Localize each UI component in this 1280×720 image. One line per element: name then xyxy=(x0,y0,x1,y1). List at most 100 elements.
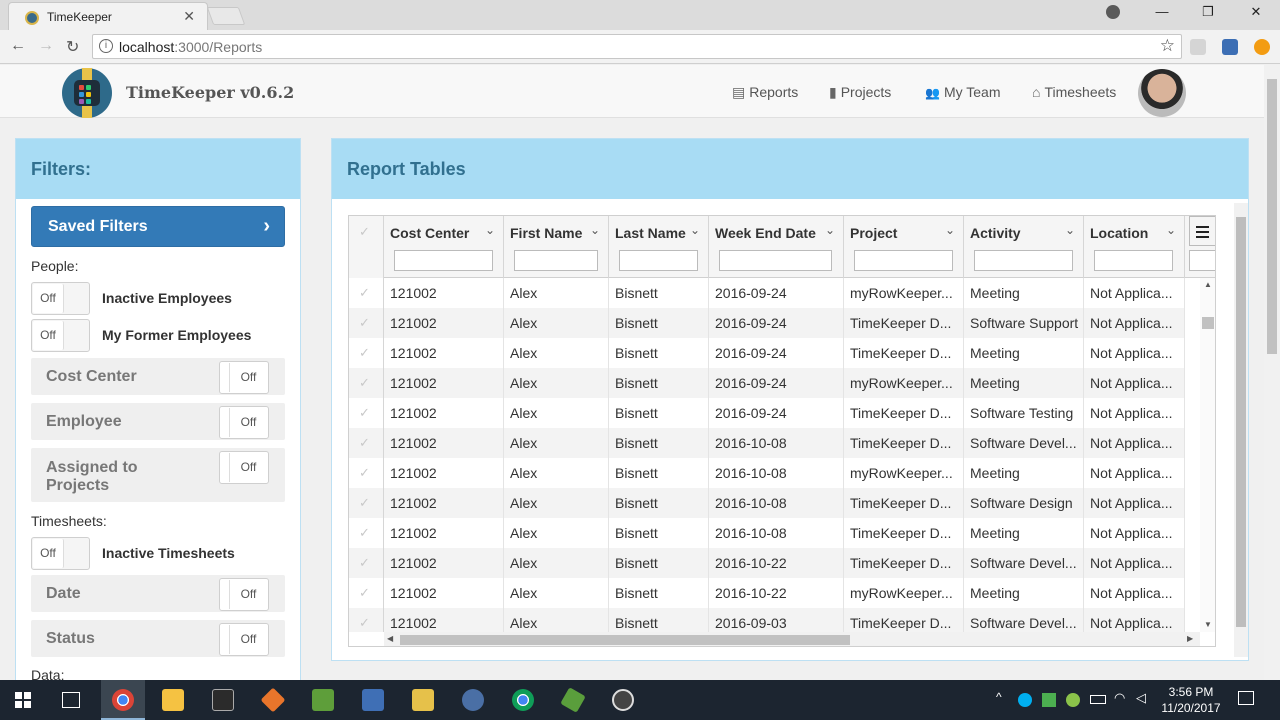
row-checkbox[interactable]: ✓ xyxy=(349,578,384,608)
extension-bookmark-icon[interactable] xyxy=(1222,39,1238,55)
user-avatar[interactable] xyxy=(1138,69,1186,117)
timekeeper-logo[interactable] xyxy=(62,68,112,118)
table-row[interactable]: ✓ 121002 Alex Bisnett 2016-10-08 TimeKeeper D… xyxy=(349,488,1185,518)
info-icon[interactable]: i xyxy=(99,39,113,53)
scroll-up-icon[interactable]: ▲ xyxy=(1204,280,1212,289)
tray-chevron-icon[interactable]: ^ xyxy=(996,690,1002,704)
scroll-right-icon[interactable]: ▶ xyxy=(1187,634,1193,643)
column-filter-input[interactable] xyxy=(1189,250,1215,271)
table-row[interactable]: ✓ 121002 Alex Bisnett 2016-10-22 TimeKeeper D… xyxy=(349,548,1185,578)
chrome-second-icon[interactable] xyxy=(512,689,534,711)
column-header-first-name[interactable]: First Name ⌄ xyxy=(504,216,609,278)
column-filter-input[interactable] xyxy=(719,250,832,271)
column-header-cost-center[interactable]: Cost Center ⌄ xyxy=(384,216,504,278)
tray-clock[interactable]: 3:56 PM 11/20/2017 xyxy=(1160,684,1222,716)
table-row[interactable]: ✓ 121002 Alex Bisnett 2016-10-08 TimeKeeper D… xyxy=(349,518,1185,548)
back-icon[interactable]: ← xyxy=(10,37,26,55)
chevron-down-icon[interactable]: ⌄ xyxy=(945,223,955,237)
report-vertical-scrollbar[interactable] xyxy=(1234,203,1248,657)
row-checkbox[interactable]: ✓ xyxy=(349,548,384,578)
chevron-down-icon[interactable]: ⌄ xyxy=(590,223,600,237)
file-explorer-icon[interactable] xyxy=(162,689,184,711)
inactive-timesheets-toggle[interactable]: Off xyxy=(31,537,90,570)
row-checkbox[interactable]: ✓ xyxy=(349,458,384,488)
page-vertical-scrollbar[interactable] xyxy=(1264,65,1280,680)
saved-filters-button[interactable]: Saved Filters › xyxy=(31,206,285,247)
notifications-icon[interactable] xyxy=(1238,691,1254,705)
grid-vertical-scrollbar[interactable]: ▲ ▼ xyxy=(1200,278,1215,632)
column-header-project[interactable]: Project ⌄ xyxy=(844,216,964,278)
column-header-activity[interactable]: Activity ⌄ xyxy=(964,216,1084,278)
minimize-button[interactable]: — xyxy=(1150,4,1174,19)
select-all-checkbox[interactable]: ✓ xyxy=(349,216,384,278)
table-row[interactable]: ✓ 121002 Alex Bisnett 2016-09-24 TimeKeeper D… xyxy=(349,308,1185,338)
task-view-icon[interactable] xyxy=(62,692,80,708)
former-employees-toggle[interactable]: Off xyxy=(31,319,90,352)
restore-button[interactable]: ❐ xyxy=(1196,4,1220,20)
row-checkbox[interactable]: ✓ xyxy=(349,488,384,518)
employee-filter[interactable]: Employee Off xyxy=(31,403,285,440)
skype-icon[interactable] xyxy=(1018,693,1032,707)
row-checkbox[interactable]: ✓ xyxy=(349,308,384,338)
row-checkbox[interactable]: ✓ xyxy=(349,368,384,398)
terminal-icon[interactable] xyxy=(212,689,234,711)
table-row[interactable]: ✓ 121002 Alex Bisnett 2016-09-24 TimeKeeper D… xyxy=(349,398,1185,428)
forward-icon[interactable]: → xyxy=(38,37,54,55)
inactive-employees-toggle[interactable]: Off xyxy=(31,282,90,315)
table-row[interactable]: ✓ 121002 Alex Bisnett 2016-10-22 myRowKeeper.… xyxy=(349,578,1185,608)
row-checkbox[interactable]: ✓ xyxy=(349,398,384,428)
scroll-thumb[interactable] xyxy=(1202,317,1214,329)
cost-center-toggle[interactable]: Off xyxy=(219,361,269,394)
report-scroll-thumb[interactable] xyxy=(1236,217,1246,627)
page-scroll-thumb[interactable] xyxy=(1267,79,1277,354)
assigned-projects-filter[interactable]: Assigned to Projects Off xyxy=(31,448,285,502)
browser-tab[interactable]: TimeKeeper ✕ xyxy=(8,2,208,30)
column-filter-input[interactable] xyxy=(514,250,598,271)
grid-horizontal-scrollbar[interactable]: ◀ ▶ xyxy=(384,632,1200,646)
column-filter-input[interactable] xyxy=(394,250,493,271)
postgres-icon[interactable] xyxy=(462,689,484,711)
employee-toggle[interactable]: Off xyxy=(219,406,269,439)
nav-reports[interactable]: ▤ Reports xyxy=(732,84,798,101)
obs-icon[interactable] xyxy=(612,689,634,711)
volume-icon[interactable]: ◁ xyxy=(1136,690,1146,706)
column-filter-input[interactable] xyxy=(854,250,953,271)
horizontal-scroll-thumb[interactable] xyxy=(400,635,850,645)
tray-sync-icon[interactable] xyxy=(1066,693,1080,707)
row-checkbox[interactable]: ✓ xyxy=(349,278,384,308)
column-header-location[interactable]: Location ⌄ xyxy=(1084,216,1185,278)
extension-update-icon[interactable] xyxy=(1254,39,1270,55)
table-row[interactable]: ✓ 121002 Alex Bisnett 2016-09-24 myRowKeeper.… xyxy=(349,278,1185,308)
column-filter-input[interactable] xyxy=(619,250,698,271)
row-checkbox[interactable]: ✓ xyxy=(349,428,384,458)
date-toggle[interactable]: Off xyxy=(219,578,269,611)
nodejs-icon[interactable] xyxy=(560,687,586,713)
scroll-down-icon[interactable]: ▼ xyxy=(1204,620,1212,629)
column-filter-input[interactable] xyxy=(974,250,1073,271)
close-window-button[interactable]: ✕ xyxy=(1244,4,1268,20)
status-filter[interactable]: Status Off xyxy=(31,620,285,657)
nav-projects[interactable]: ▮ Projects xyxy=(829,84,891,101)
network-app-icon[interactable] xyxy=(362,689,384,711)
notepad-icon[interactable] xyxy=(312,689,334,711)
grid-menu-button[interactable] xyxy=(1189,216,1215,246)
battery-icon[interactable] xyxy=(1090,695,1106,704)
column-header-last-name[interactable]: Last Name ⌄ xyxy=(609,216,709,278)
nav-timesheets[interactable]: ⌂ Timesheets xyxy=(1032,84,1116,100)
extension-cast-icon[interactable] xyxy=(1190,39,1206,55)
date-filter[interactable]: Date Off xyxy=(31,575,285,612)
chevron-down-icon[interactable]: ⌄ xyxy=(825,223,835,237)
column-header-week-end-date[interactable]: Week End Date ⌄ xyxy=(709,216,844,278)
chrome-icon[interactable] xyxy=(112,689,134,711)
new-tab-button[interactable] xyxy=(206,7,246,25)
table-row[interactable]: ✓ 121002 Alex Bisnett 2016-10-08 TimeKeeper D… xyxy=(349,428,1185,458)
windows-start-icon[interactable] xyxy=(15,692,31,708)
reload-icon[interactable]: ↻ xyxy=(66,37,79,57)
scroll-left-icon[interactable]: ◀ xyxy=(387,634,393,643)
address-bar[interactable]: i localhost:3000/Reports ☆ xyxy=(92,34,1182,59)
row-checkbox[interactable]: ✓ xyxy=(349,608,384,632)
table-row[interactable]: ✓ 121002 Alex Bisnett 2016-09-24 myRowKeeper.… xyxy=(349,368,1185,398)
column-filter-input[interactable] xyxy=(1094,250,1173,271)
chevron-down-icon[interactable]: ⌄ xyxy=(1166,223,1176,237)
row-checkbox[interactable]: ✓ xyxy=(349,338,384,368)
